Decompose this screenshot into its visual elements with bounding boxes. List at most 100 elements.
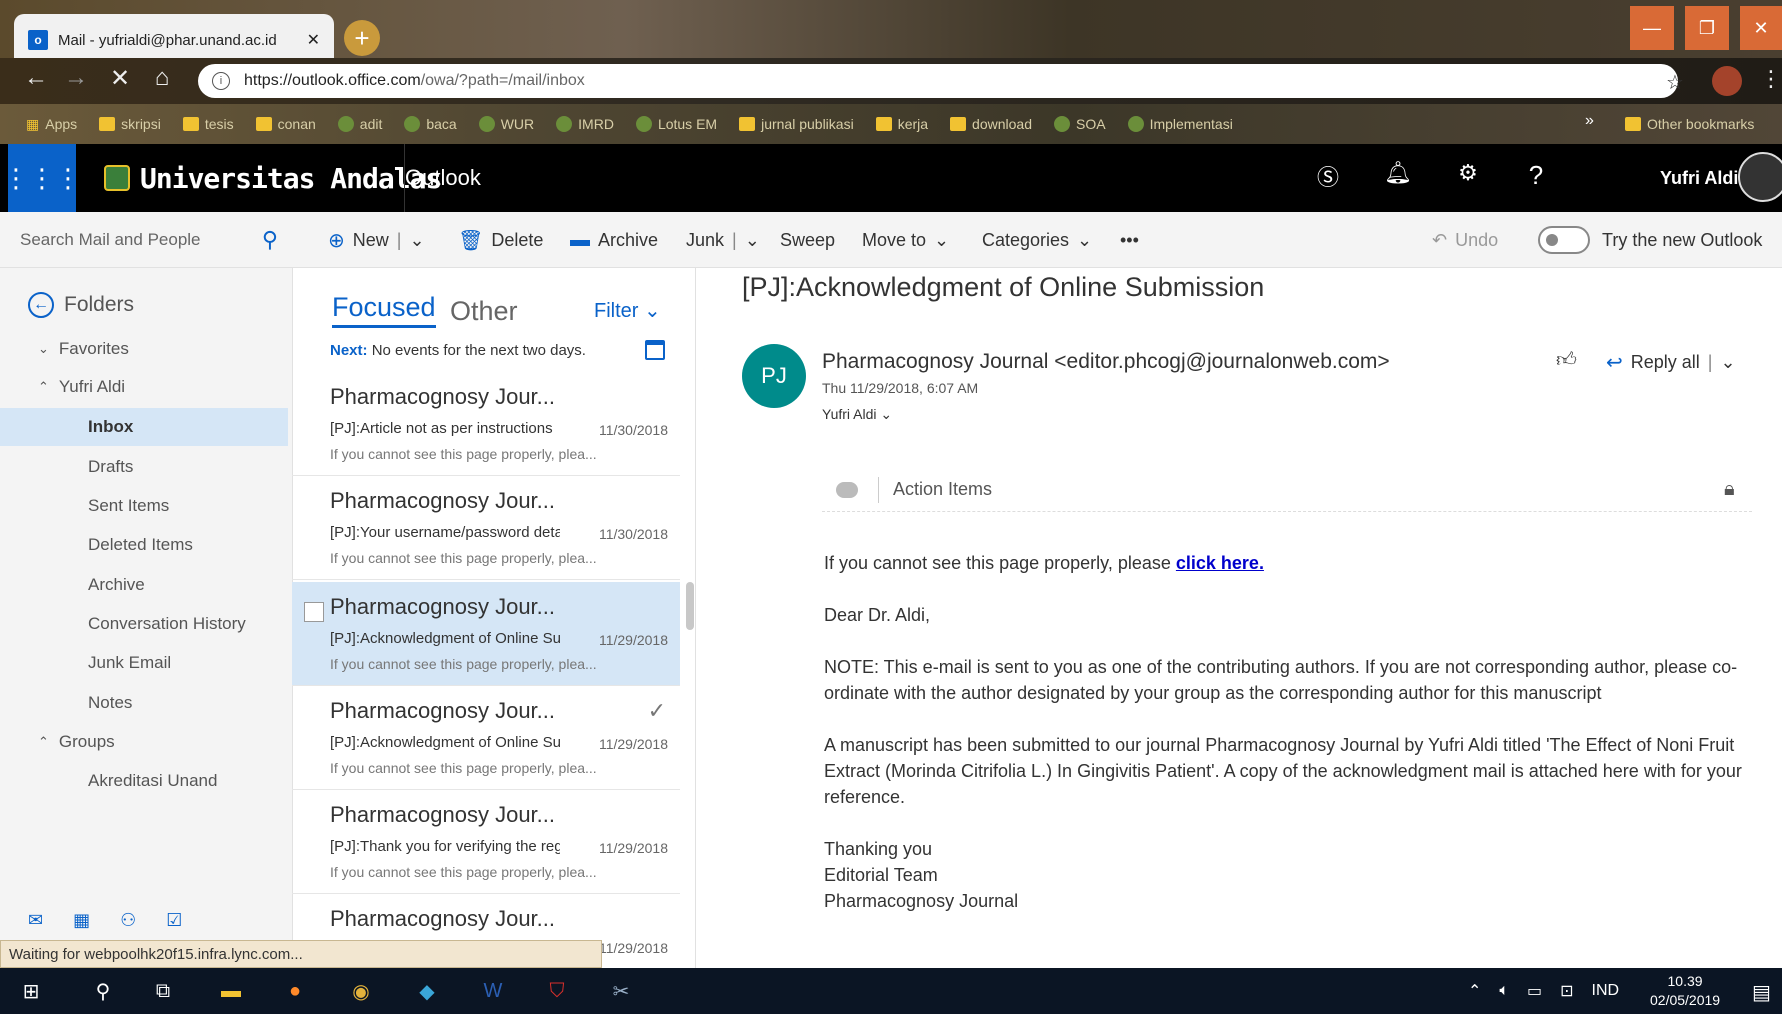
message-checkbox[interactable] xyxy=(304,602,324,622)
windows-start-icon[interactable]: ⊞ xyxy=(14,974,48,1008)
bookmark-item[interactable]: adit xyxy=(337,116,382,132)
message-item[interactable]: Pharmacognosy Jour... [PJ]:Article not a… xyxy=(292,372,680,476)
chrome-icon[interactable]: ◉ xyxy=(344,974,378,1008)
home-icon[interactable]: ⌂ xyxy=(146,64,178,92)
word-icon[interactable]: W xyxy=(476,974,510,1008)
email-from[interactable]: Pharmacognosy Journal <editor.phcogj@jou… xyxy=(822,350,1390,374)
snipping-tool-icon[interactable]: ✂ xyxy=(604,974,638,1008)
folder-notes[interactable]: Notes xyxy=(0,684,288,722)
new-button[interactable]: ⊕ New | ⌄ xyxy=(328,224,425,256)
tab-other[interactable]: Other xyxy=(450,296,518,327)
groups-group[interactable]: ⌃ Groups xyxy=(0,723,288,761)
bookmark-star-icon[interactable]: ☆ xyxy=(1666,70,1684,95)
clock[interactable]: 10.39 02/05/2019 xyxy=(1650,972,1720,1010)
notification-icon[interactable]: ▤ xyxy=(1752,980,1771,1005)
user-avatar[interactable] xyxy=(1738,152,1782,202)
folder-archive[interactable]: Archive xyxy=(0,566,288,604)
archive-button[interactable]: ▬ Archive xyxy=(570,224,658,256)
reply-all-button[interactable]: ↩ Reply all | ⌄ xyxy=(1606,344,1736,380)
message-item[interactable]: Pharmacognosy Jour... [PJ]:Thank you for… xyxy=(292,790,680,894)
bookmark-item[interactable]: Lotus EM xyxy=(635,116,717,132)
search-icon[interactable]: ⚲ xyxy=(86,974,120,1008)
like-icon[interactable]: 👍︎ xyxy=(1556,348,1577,372)
folder-conversation-history[interactable]: Conversation History xyxy=(0,605,288,643)
more-actions-button[interactable]: ••• xyxy=(1120,224,1139,256)
undo-button[interactable]: ↶ Undo xyxy=(1432,224,1498,256)
task-view-icon[interactable]: ⧉ xyxy=(146,974,180,1008)
address-bar[interactable]: i https://outlook.office.com/owa/?path=/… xyxy=(198,64,1678,98)
restore-button[interactable]: ❐ xyxy=(1685,6,1729,50)
lock-icon[interactable]: 🔒︎ xyxy=(1724,478,1735,501)
delete-button[interactable]: 🗑︎ Delete xyxy=(458,224,543,256)
move-to-button[interactable]: Move to ⌄ xyxy=(862,224,949,256)
filter-button[interactable]: Filter ⌄ xyxy=(594,298,661,323)
bookmark-item[interactable]: skripsi xyxy=(99,116,161,132)
profile-avatar[interactable] xyxy=(1712,66,1742,96)
chevron-up-icon[interactable]: ⌃ xyxy=(1468,981,1481,1001)
tab-focused[interactable]: Focused xyxy=(332,292,436,328)
favorites-group[interactable]: ⌄ Favorites xyxy=(0,330,288,368)
list-scrollbar[interactable] xyxy=(686,582,694,630)
bell-icon[interactable]: 🔔︎ xyxy=(1380,160,1416,186)
app-launcher-icon[interactable]: ⋮⋮⋮ xyxy=(3,144,81,212)
junk-button[interactable]: Junk | ⌄ xyxy=(686,224,760,256)
bookmark-item[interactable]: SOA xyxy=(1053,116,1106,132)
volume-icon[interactable]: 🔈︎ xyxy=(1499,982,1509,1000)
checkmark-icon[interactable]: ✓ xyxy=(648,698,666,724)
sender-avatar[interactable]: PJ xyxy=(742,344,806,408)
app-name[interactable]: Outlook xyxy=(404,144,481,212)
minimize-button[interactable]: — xyxy=(1630,6,1674,50)
close-window-button[interactable]: ✕ xyxy=(1740,6,1782,50)
help-icon[interactable]: ? xyxy=(1518,160,1554,191)
acrobat-icon[interactable]: ⛉ xyxy=(540,974,574,1008)
gear-icon[interactable]: ⚙ xyxy=(1450,160,1486,186)
new-tab-button[interactable]: + xyxy=(344,20,380,56)
network-icon[interactable]: ⊡ xyxy=(1560,981,1573,1001)
battery-icon[interactable]: ▭ xyxy=(1527,981,1542,1001)
search-icon[interactable]: ⚲ xyxy=(262,227,278,253)
group-akreditasi-unand[interactable]: Akreditasi Unand xyxy=(0,762,288,800)
file-explorer-icon[interactable]: ▬ xyxy=(214,974,248,1008)
close-tab-icon[interactable]: ✕ xyxy=(307,30,320,50)
bookmarks-overflow-button[interactable]: » xyxy=(1585,112,1594,130)
search-box[interactable]: Search Mail and People ⚲ xyxy=(20,224,278,256)
bookmark-item[interactable]: WUR xyxy=(478,116,534,132)
bookmark-item[interactable]: kerja xyxy=(875,116,928,132)
email-to[interactable]: Yufri Aldi ⌄ xyxy=(822,406,892,423)
click-here-link[interactable]: click here. xyxy=(1176,553,1264,573)
firefox-icon[interactable]: ● xyxy=(278,974,312,1008)
bookmark-item[interactable]: baca xyxy=(404,116,457,132)
action-items-bar[interactable]: Action Items xyxy=(822,468,1752,512)
message-item[interactable]: Pharmacognosy Jour... [PJ]:Your username… xyxy=(292,476,680,580)
skype-icon[interactable]: Ⓢ xyxy=(1310,160,1346,192)
bookmark-item[interactable]: conan xyxy=(255,116,316,132)
info-icon[interactable]: i xyxy=(212,72,230,90)
bookmark-item[interactable]: IMRD xyxy=(556,116,614,132)
bookmark-item[interactable]: Implementasi xyxy=(1127,116,1233,132)
message-item-selected[interactable]: Pharmacognosy Jour... [PJ]:Acknowledgmen… xyxy=(292,582,680,686)
bookmark-item[interactable]: download xyxy=(950,116,1032,132)
folder-inbox[interactable]: Inbox xyxy=(0,408,288,446)
bookmark-apps[interactable]: ▦ Apps xyxy=(26,116,77,133)
folder-deleted-items[interactable]: Deleted Items xyxy=(0,526,288,564)
folder-sent-items[interactable]: Sent Items xyxy=(0,487,288,525)
sweep-button[interactable]: Sweep xyxy=(780,224,835,256)
people-icon[interactable]: ⚇ xyxy=(120,910,136,940)
paint-icon[interactable]: ◆ xyxy=(410,974,444,1008)
tasks-icon[interactable]: ☑ xyxy=(166,910,182,940)
bookmark-item[interactable]: jurnal publikasi xyxy=(739,116,854,132)
menu-icon[interactable]: ⋮ xyxy=(1760,66,1782,92)
calendar-icon[interactable] xyxy=(645,340,665,360)
language-indicator[interactable]: IND xyxy=(1592,982,1620,1000)
new-outlook-toggle[interactable] xyxy=(1538,226,1590,254)
mail-icon[interactable]: ✉ xyxy=(28,910,43,940)
forward-icon[interactable]: → xyxy=(60,64,92,92)
other-bookmarks[interactable]: Other bookmarks xyxy=(1625,104,1754,144)
back-icon[interactable]: ← xyxy=(20,64,52,92)
folder-drafts[interactable]: Drafts xyxy=(0,448,288,486)
folder-junk-email[interactable]: Junk Email xyxy=(0,644,288,682)
user-name[interactable]: Yufri Aldi xyxy=(1660,168,1738,189)
search-input[interactable]: Search Mail and People xyxy=(20,230,201,250)
stop-icon[interactable]: ✕ xyxy=(104,64,136,93)
categories-button[interactable]: Categories ⌄ xyxy=(982,224,1092,256)
